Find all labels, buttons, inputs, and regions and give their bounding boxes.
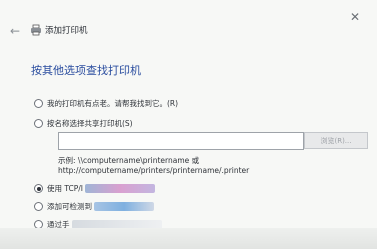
page-heading: 按其他选项查找打印机: [31, 64, 141, 77]
option-detectable-radio[interactable]: [34, 202, 43, 211]
option-tcpip-radio[interactable]: [34, 184, 43, 193]
option-tcpip[interactable]: 使用 TCP/I: [34, 183, 156, 194]
redacted-text: [85, 184, 156, 193]
option-detectable-label: 添加可检测到: [47, 202, 92, 211]
option-detectable[interactable]: 添加可检测到: [34, 201, 154, 212]
window-title: 添加打印机: [45, 26, 88, 36]
back-arrow-icon[interactable]: ←: [10, 24, 20, 38]
example-line-1: 示例: \\computername\printername 或: [58, 156, 200, 165]
option-tcpip-label: 使用 TCP/I: [47, 184, 84, 193]
option-old-printer-radio[interactable]: [34, 99, 43, 108]
share-printer-input[interactable]: [58, 132, 304, 150]
printer-icon: [31, 24, 41, 36]
option-old-printer-label: 我的打印机有点老。请帮我找到它。(R): [47, 99, 179, 108]
option-shared-printer[interactable]: 按名称选择共享打印机(S): [34, 118, 133, 129]
option-shared-printer-radio[interactable]: [34, 119, 43, 128]
browse-button[interactable]: 浏览(R)...: [304, 132, 368, 149]
option-old-printer[interactable]: 我的打印机有点老。请帮我找到它。(R): [34, 98, 178, 109]
option-shared-printer-label: 按名称选择共享打印机(S): [47, 119, 133, 128]
bottom-shadow: [0, 228, 377, 249]
close-icon[interactable]: ✕: [350, 11, 360, 23]
add-printer-dialog: ← 添加打印机 ✕ 按其他选项查找打印机 我的打印机有点老。请帮我找到它。(R)…: [0, 0, 377, 249]
example-line-2: http://computername/printers/printername…: [58, 166, 250, 175]
redacted-text: [94, 202, 154, 211]
